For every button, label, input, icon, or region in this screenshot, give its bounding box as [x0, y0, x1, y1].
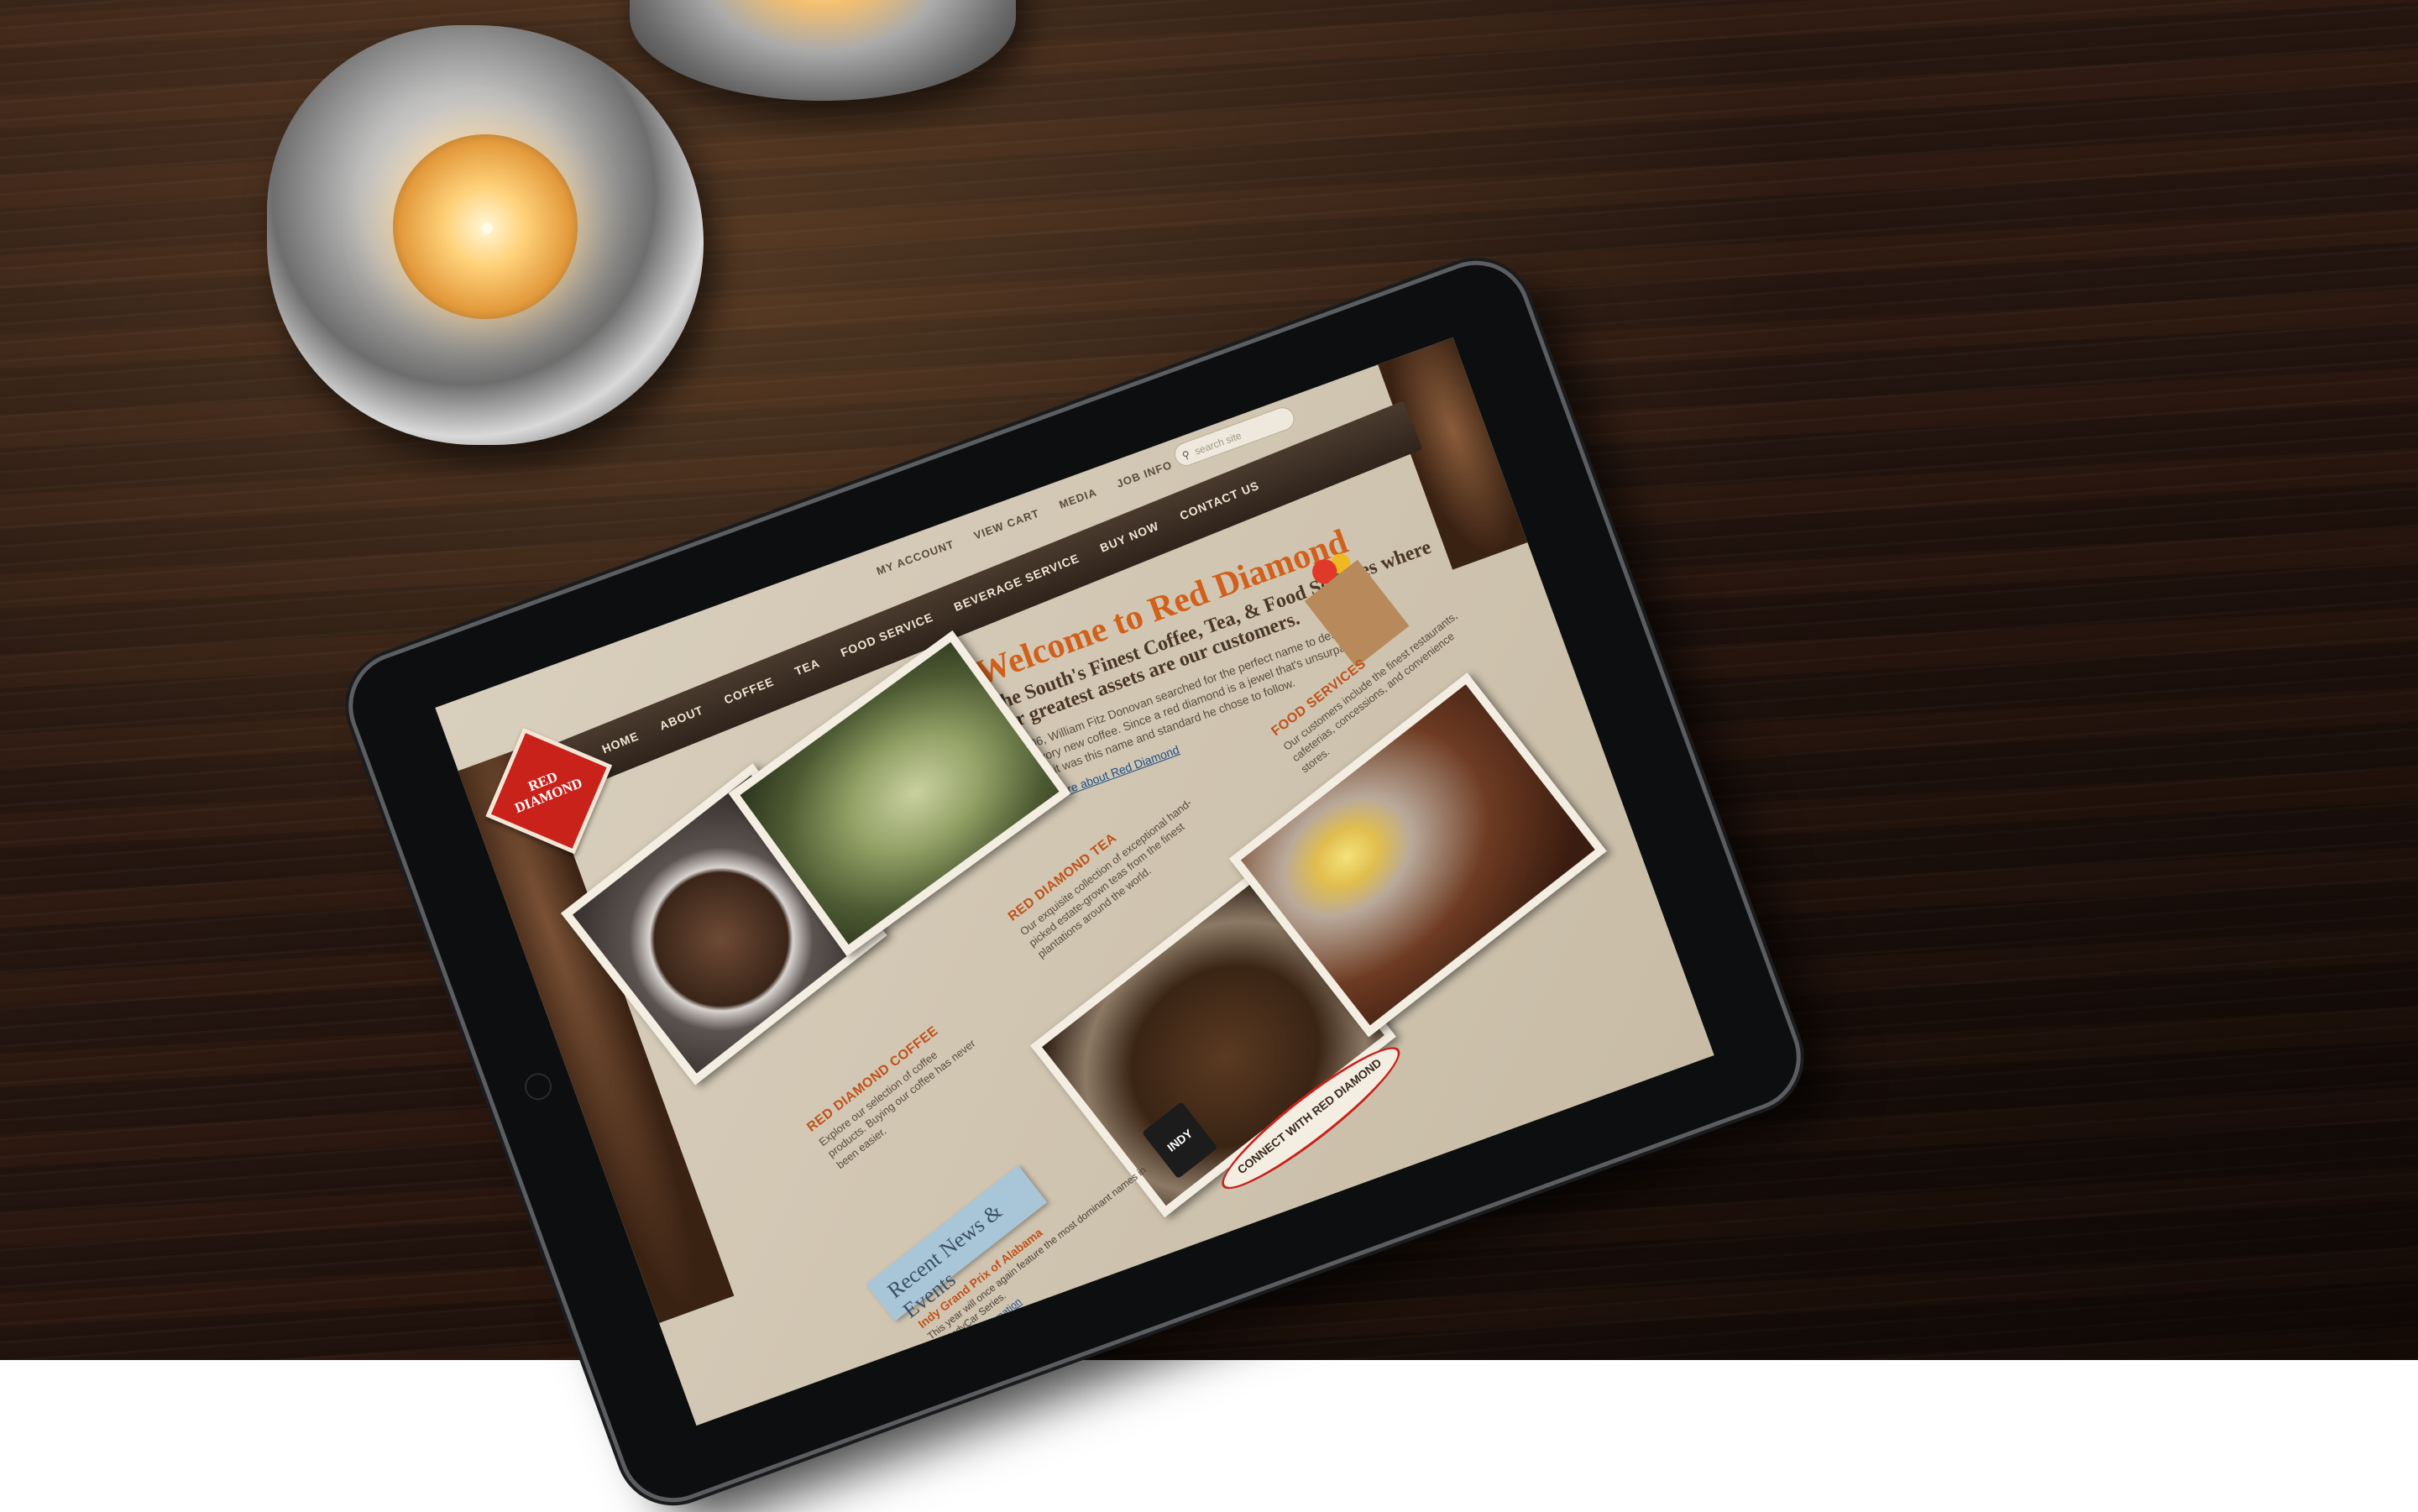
- nav-buy-now[interactable]: BUY NOW: [1098, 519, 1161, 555]
- nav-beverage-service[interactable]: BEVERAGE SERVICE: [952, 551, 1081, 614]
- util-job-info[interactable]: JOB INFO: [1115, 458, 1174, 490]
- nav-tea[interactable]: TEA: [793, 656, 822, 678]
- candle-flame: [481, 222, 493, 234]
- nav-contact-us[interactable]: CONTACT US: [1178, 479, 1261, 523]
- nav-home[interactable]: HOME: [600, 729, 641, 756]
- util-media[interactable]: MEDIA: [1057, 486, 1098, 511]
- nav-coffee[interactable]: COFFEE: [722, 674, 776, 706]
- util-my-account[interactable]: MY ACCOUNT: [875, 537, 956, 577]
- util-view-cart[interactable]: VIEW CART: [972, 506, 1041, 541]
- coffee-section[interactable]: RED DIAMOND COFFEE Explore our selection…: [804, 1010, 987, 1172]
- nav-about[interactable]: ABOUT: [657, 703, 705, 732]
- indy-logo: INDY: [1141, 1101, 1218, 1180]
